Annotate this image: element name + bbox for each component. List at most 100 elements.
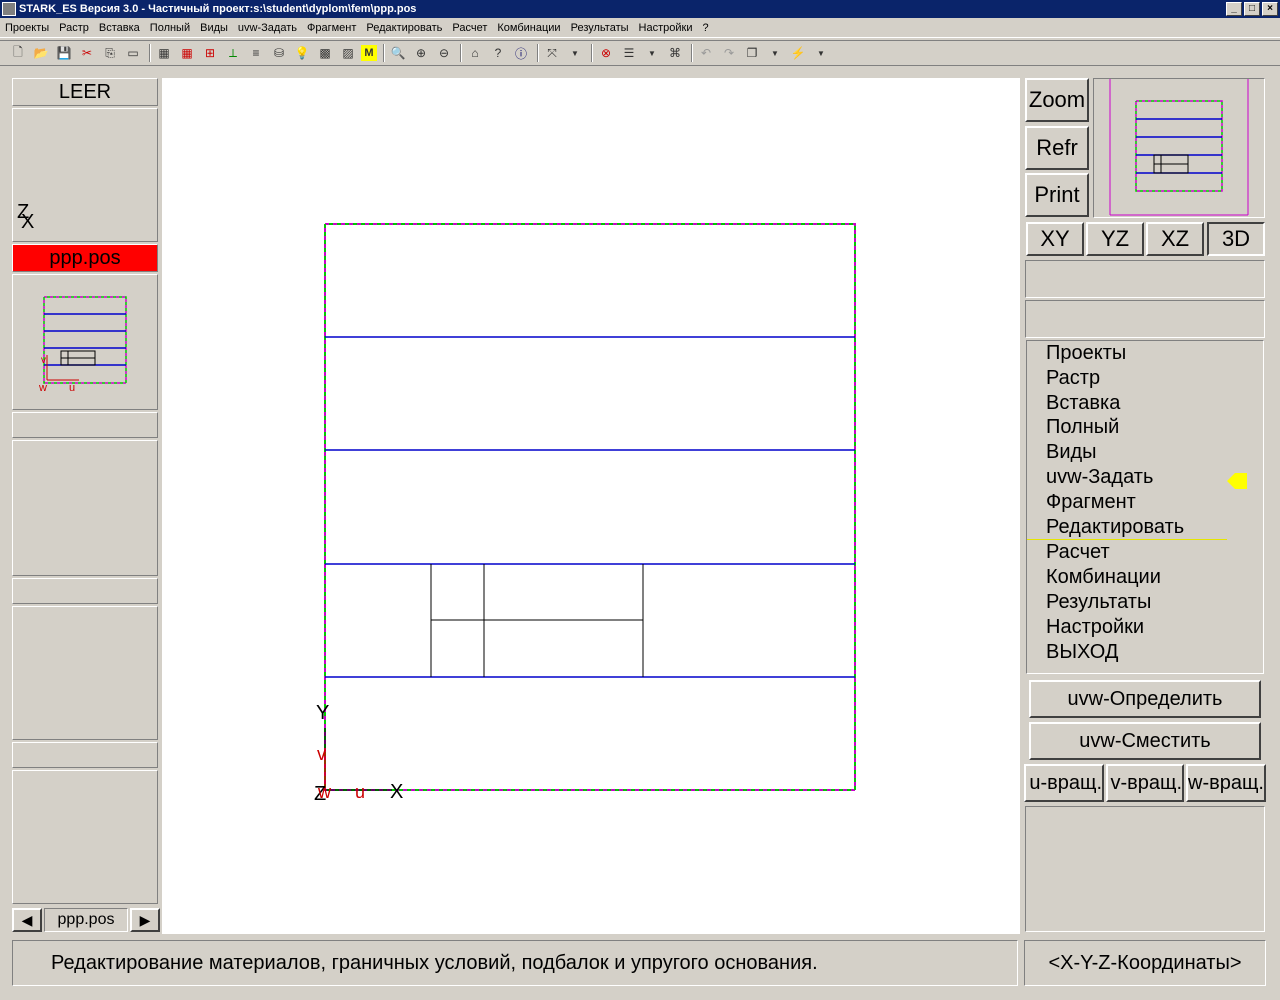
grid-red-icon[interactable]: ▦ bbox=[177, 43, 197, 63]
menu-settings[interactable]: Настройки bbox=[634, 22, 698, 34]
empty-view-thumb[interactable]: Z X bbox=[12, 108, 158, 242]
image-icon[interactable]: ▨ bbox=[338, 43, 358, 63]
help-icon[interactable]: ? bbox=[488, 43, 508, 63]
side-menu-projects[interactable]: Проекты bbox=[1027, 341, 1263, 366]
maximize-button[interactable]: □ bbox=[1244, 2, 1260, 16]
menu-full[interactable]: Полный bbox=[145, 22, 195, 34]
minimap-drawing bbox=[1109, 79, 1249, 216]
side-menu-calc[interactable]: Расчет bbox=[1027, 540, 1263, 565]
axis-icon[interactable]: ⟂ bbox=[223, 43, 243, 63]
print-button[interactable]: Print bbox=[1025, 173, 1089, 217]
transform-icon[interactable]: ⤧ bbox=[542, 43, 562, 63]
database-icon[interactable]: ⛁ bbox=[269, 43, 289, 63]
side-menu-insert[interactable]: Вставка bbox=[1027, 391, 1263, 416]
stop-icon[interactable]: ⊗ bbox=[596, 43, 616, 63]
empty-field[interactable] bbox=[1025, 260, 1265, 298]
file-thumbnail[interactable]: v w u bbox=[12, 274, 158, 410]
info-icon[interactable]: ⓘ bbox=[511, 43, 531, 63]
menu-results[interactable]: Результаты bbox=[566, 22, 634, 34]
dropdown-icon[interactable]: ▼ bbox=[565, 43, 585, 63]
menu-insert[interactable]: Вставка bbox=[94, 22, 145, 34]
menu-fragment[interactable]: Фрагмент bbox=[302, 22, 361, 34]
copy-icon[interactable]: ⎘ bbox=[100, 43, 120, 63]
home-icon[interactable]: ⌂ bbox=[465, 43, 485, 63]
next-file-button[interactable]: ▶ bbox=[130, 908, 160, 932]
monitor-icon[interactable]: ▭ bbox=[123, 43, 143, 63]
side-menu-combinations[interactable]: Комбинации bbox=[1027, 565, 1263, 590]
network-icon[interactable]: ⌘ bbox=[665, 43, 685, 63]
w-rotate-button[interactable]: w-вращ. bbox=[1186, 764, 1266, 802]
dropdown-icon[interactable]: ▼ bbox=[642, 43, 662, 63]
menu-views[interactable]: Виды bbox=[195, 22, 233, 34]
dropdown-icon[interactable]: ▼ bbox=[765, 43, 785, 63]
side-menu-exit[interactable]: ВЫХОД bbox=[1027, 640, 1263, 665]
menu-uvw-set[interactable]: uvw-Задать bbox=[233, 22, 302, 34]
open-icon[interactable]: 📂 bbox=[31, 43, 51, 63]
ruler-icon[interactable]: ≡ bbox=[246, 43, 266, 63]
menu-calc[interactable]: Расчет bbox=[447, 22, 492, 34]
left-panel: LEER Z X ppp.pos v w u ◀ ppp.pos ▶ bbox=[12, 76, 160, 936]
view-3d-button[interactable]: 3D bbox=[1207, 222, 1265, 256]
drawing-canvas[interactable]: Y v Z w u X bbox=[162, 78, 1020, 934]
zoom-out-icon[interactable]: ⊖ bbox=[434, 43, 454, 63]
menu-help[interactable]: ? bbox=[697, 22, 713, 34]
zoom-button[interactable]: Zoom bbox=[1025, 78, 1089, 122]
bulb-icon[interactable]: 💡 bbox=[292, 43, 312, 63]
app-icon[interactable] bbox=[2, 2, 16, 16]
uvw-define-button[interactable]: uvw-Определить bbox=[1029, 680, 1261, 718]
menu-raster[interactable]: Растр bbox=[54, 22, 94, 34]
nav-file-label: ppp.pos bbox=[44, 908, 128, 932]
structure-drawing: Y v Z w u X bbox=[314, 223, 856, 805]
u-rotate-button[interactable]: u-вращ. bbox=[1024, 764, 1104, 802]
refresh-button[interactable]: Refr bbox=[1025, 126, 1089, 170]
zoom-in-icon[interactable]: ⊕ bbox=[411, 43, 431, 63]
menu-combinations[interactable]: Комбинации bbox=[492, 22, 565, 34]
side-menu-fragment[interactable]: Фрагмент bbox=[1027, 490, 1263, 515]
new-icon[interactable]: 🗋 bbox=[8, 43, 28, 63]
empty-tab[interactable] bbox=[12, 742, 158, 768]
list-icon[interactable]: ☰ bbox=[619, 43, 639, 63]
view-yz-button[interactable]: YZ bbox=[1086, 222, 1144, 256]
grid-icon[interactable]: ▦ bbox=[154, 43, 174, 63]
cut-icon[interactable]: ✂ bbox=[77, 43, 97, 63]
save-icon[interactable]: 💾 bbox=[54, 43, 74, 63]
empty-view-slot[interactable] bbox=[12, 440, 158, 576]
empty-field[interactable] bbox=[1025, 300, 1265, 338]
empty-view-slot[interactable] bbox=[12, 606, 158, 740]
toolbar-separator bbox=[691, 44, 693, 62]
axis-w-label: w bbox=[317, 782, 332, 802]
empty-tab[interactable] bbox=[12, 578, 158, 604]
uvw-shift-button[interactable]: uvw-Сместить bbox=[1029, 722, 1261, 760]
view-xz-button[interactable]: XZ bbox=[1146, 222, 1204, 256]
redo-icon[interactable]: ↷ bbox=[719, 43, 739, 63]
side-menu-views[interactable]: Виды bbox=[1027, 440, 1263, 465]
active-file-tab[interactable]: ppp.pos bbox=[12, 244, 158, 272]
prev-file-button[interactable]: ◀ bbox=[12, 908, 42, 932]
layers-icon[interactable]: ❐ bbox=[742, 43, 762, 63]
dropdown-icon[interactable]: ▼ bbox=[811, 43, 831, 63]
v-rotate-button[interactable]: v-вращ. bbox=[1106, 764, 1184, 802]
close-button[interactable]: × bbox=[1262, 2, 1278, 16]
leer-header[interactable]: LEER bbox=[12, 78, 158, 106]
minimize-button[interactable]: _ bbox=[1226, 2, 1242, 16]
menu-edit[interactable]: Редактировать bbox=[361, 22, 447, 34]
side-menu-results[interactable]: Результаты bbox=[1027, 590, 1263, 615]
m-icon[interactable]: M bbox=[361, 45, 377, 61]
toolbar-separator bbox=[383, 44, 385, 62]
empty-view-slot[interactable] bbox=[12, 770, 158, 904]
zoom-icon[interactable]: 🔍 bbox=[388, 43, 408, 63]
side-menu-full[interactable]: Полный bbox=[1027, 415, 1263, 440]
toolbar: 🗋 📂 💾 ✂ ⎘ ▭ ▦ ▦ ⊞ ⟂ ≡ ⛁ 💡 ▩ ▨ M 🔍 ⊕ ⊖ ⌂ … bbox=[0, 40, 1280, 66]
side-menu: Проекты Растр Вставка Полный Виды uvw-За… bbox=[1026, 340, 1264, 674]
side-menu-settings[interactable]: Настройки bbox=[1027, 615, 1263, 640]
grid-add-icon[interactable]: ⊞ bbox=[200, 43, 220, 63]
menu-projects[interactable]: Проекты bbox=[0, 22, 54, 34]
highlight-icon[interactable]: ⚡ bbox=[788, 43, 808, 63]
undo-icon[interactable]: ↶ bbox=[696, 43, 716, 63]
view-xy-button[interactable]: XY bbox=[1026, 222, 1084, 256]
overview-minimap[interactable] bbox=[1093, 78, 1265, 218]
empty-tab[interactable] bbox=[12, 412, 158, 438]
pattern-icon[interactable]: ▩ bbox=[315, 43, 335, 63]
side-menu-edit[interactable]: Редактировать bbox=[1027, 515, 1227, 541]
side-menu-raster[interactable]: Растр bbox=[1027, 366, 1263, 391]
